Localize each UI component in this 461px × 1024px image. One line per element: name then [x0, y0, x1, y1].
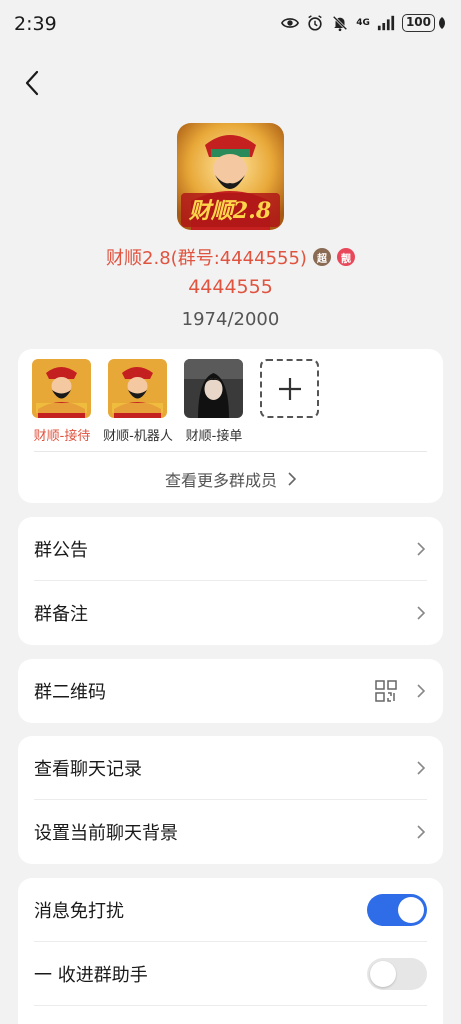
- view-more-members-link[interactable]: 查看更多群成员: [18, 467, 443, 491]
- member-item[interactable]: 财顺-机器人: [103, 359, 173, 444]
- group-remark-row[interactable]: 群备注: [18, 581, 443, 645]
- member-name: 财顺-机器人: [103, 429, 173, 444]
- group-announcement-label: 群公告: [34, 540, 88, 561]
- member-avatar: [32, 359, 91, 418]
- members-card: 财顺-接待 财顺-机器人 财顺-接单 查看更多群成员: [18, 349, 443, 503]
- member-avatar: [108, 359, 167, 418]
- add-member-button[interactable]: [260, 359, 319, 418]
- group-avatar-image: 财顺2.8: [177, 123, 284, 230]
- member-count: 1974/2000: [181, 309, 280, 330]
- chevron-right-icon: [417, 825, 426, 839]
- toggle-knob: [370, 961, 396, 987]
- qr-code-card: 群二维码: [18, 659, 443, 723]
- group-remark-label: 群备注: [34, 604, 88, 625]
- member-avatar-image: [32, 359, 91, 418]
- divider: [34, 1005, 427, 1006]
- chat-card: 查看聊天记录 设置当前聊天背景: [18, 736, 443, 864]
- member-item[interactable]: 财顺-接单: [184, 359, 244, 444]
- qr-code-icon: [375, 680, 397, 702]
- fold-to-assistant-row: 一 收进群助手: [18, 942, 443, 1006]
- alarm-icon: [308, 15, 322, 31]
- mute-bell-icon: [333, 15, 348, 32]
- chevron-right-icon: [417, 542, 426, 556]
- notification-card: 消息免打扰 一 收进群助手: [18, 878, 443, 1024]
- chat-history-label: 查看聊天记录: [34, 759, 142, 780]
- group-avatar[interactable]: 财顺2.8: [177, 123, 284, 230]
- plus-icon: [278, 377, 301, 400]
- signal-icon: [377, 15, 395, 31]
- network-label: 4G: [356, 17, 370, 28]
- super-group-badge: 超: [312, 248, 331, 266]
- back-arrow-icon[interactable]: [18, 68, 48, 98]
- network-indicator: 4G: [356, 17, 370, 28]
- do-not-disturb-row: 消息免打扰: [18, 878, 443, 942]
- fold-to-assistant-label: 一 收进群助手: [34, 965, 148, 986]
- chevron-right-icon: [417, 684, 426, 698]
- member-name: 财顺-接单: [185, 429, 243, 444]
- member-avatar-image: [184, 359, 243, 418]
- group-qr-code-label: 群二维码: [34, 682, 106, 703]
- chevron-right-icon: [287, 471, 297, 490]
- group-announcement-row[interactable]: 群公告: [18, 517, 443, 581]
- toggle-knob: [398, 897, 424, 923]
- eye-icon: [281, 18, 300, 28]
- group-name-row: 财顺2.8(群号:4444555) 超 靓: [0, 244, 461, 270]
- status-icons: 4G 100: [281, 14, 447, 32]
- member-avatar: [184, 359, 243, 418]
- divider: [34, 451, 427, 452]
- member-name: 财顺-接待: [33, 429, 91, 444]
- member-avatar-image: [108, 359, 167, 418]
- chevron-right-icon: [417, 761, 426, 775]
- status-bar: 2:39 4G 100: [0, 0, 461, 48]
- chat-background-label: 设置当前聊天背景: [34, 823, 178, 844]
- leaf-icon: [439, 17, 445, 29]
- chat-background-row[interactable]: 设置当前聊天背景: [18, 800, 443, 864]
- battery-indicator: 100: [401, 14, 447, 32]
- member-item[interactable]: 财顺-接待: [32, 359, 92, 444]
- vip-number-badge: 靓: [336, 248, 355, 266]
- do-not-disturb-label: 消息免打扰: [34, 901, 124, 922]
- battery-level: 100: [401, 14, 435, 32]
- chat-history-row[interactable]: 查看聊天记录: [18, 736, 443, 800]
- group-qr-code-row[interactable]: 群二维码: [18, 659, 443, 723]
- status-time: 2:39: [14, 13, 57, 35]
- view-more-members-label: 查看更多群成员: [164, 471, 277, 490]
- group-id: 4444555: [188, 276, 273, 298]
- chevron-right-icon: [417, 606, 426, 620]
- group-info-card: 群公告 群备注: [18, 517, 443, 645]
- fold-to-assistant-toggle[interactable]: [367, 958, 427, 990]
- do-not-disturb-toggle[interactable]: [367, 894, 427, 926]
- group-avatar-text: 财顺2.8: [188, 198, 271, 224]
- group-name: 财顺2.8(群号:4444555): [106, 248, 307, 269]
